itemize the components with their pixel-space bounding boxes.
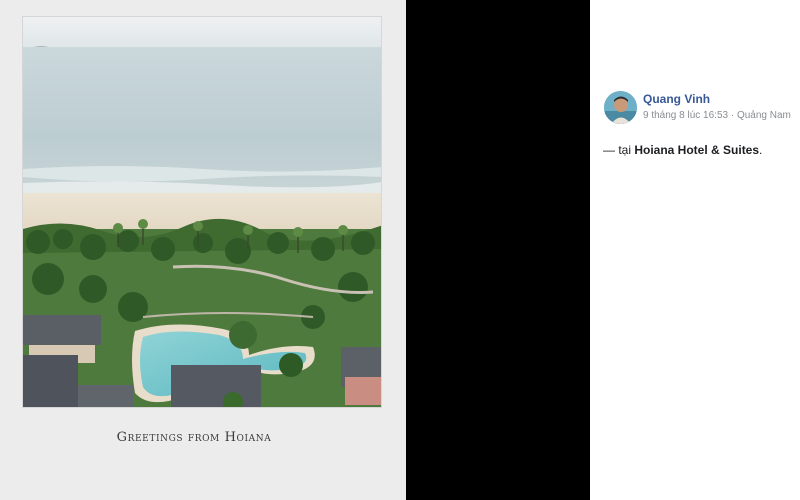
beach-resort-photo xyxy=(22,16,382,408)
beach-resort-illustration xyxy=(23,17,381,407)
photo-viewer: Greetings from Hoiana xyxy=(0,0,590,500)
post-text-prefix: — tại xyxy=(603,143,635,157)
avatar-icon xyxy=(604,91,637,124)
location-link[interactable]: Quảng Nam xyxy=(737,110,791,121)
postcard-caption: Greetings from Hoiana xyxy=(116,430,272,445)
postcard-image[interactable]: Greetings from Hoiana xyxy=(0,0,406,500)
post-text-suffix: . xyxy=(759,143,763,157)
post-date-link[interactable]: 9 tháng 8 lúc 16:53 xyxy=(643,110,728,121)
place-link[interactable]: Hoiana Hotel & Suites xyxy=(634,143,759,157)
post-sidebar: Quang Vinh 9 tháng 8 lúc 16:53 · Quảng N… xyxy=(590,0,800,500)
avatar[interactable] xyxy=(604,91,637,124)
author-name-link[interactable]: Quang Vinh xyxy=(643,92,710,106)
post-text: — tại Hoiana Hotel & Suites. xyxy=(603,143,762,157)
post-meta: 9 tháng 8 lúc 16:53 · Quảng Nam xyxy=(643,110,791,121)
meta-separator: · xyxy=(728,110,737,121)
